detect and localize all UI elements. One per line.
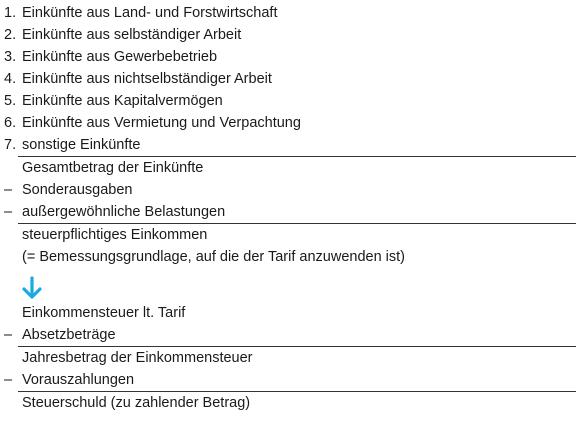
credits-label: Absetzbeträge xyxy=(22,327,116,343)
income-type-label: sonstige Einkünfte xyxy=(22,137,141,153)
income-type-label: Einkünfte aus Vermietung und Verpachtung xyxy=(22,115,301,131)
income-type-label: Einkünfte aus selbständiger Arbeit xyxy=(22,27,242,43)
income-tax-tariff: Einkommensteuer lt. Tarif xyxy=(22,305,186,321)
income-type-4: 4. Einkünfte aus nichtselbständiger Arbe… xyxy=(4,68,576,90)
deduction-label: außergewöhnliche Belastungen xyxy=(22,204,226,220)
taxable-income-note-row: (= Bemessungsgrundlage, auf die der Tari… xyxy=(4,246,576,268)
minus-sign: – xyxy=(4,204,13,220)
income-type-label: Einkünfte aus nichtselbständiger Arbeit xyxy=(22,71,272,87)
credits-row: – Absetzbeträge xyxy=(4,324,576,346)
income-tax-tariff-row: Einkommensteuer lt. Tarif xyxy=(4,302,576,324)
list-number: 3. xyxy=(4,49,17,65)
taxable-income-note: (= Bemessungsgrundlage, auf die der Tari… xyxy=(22,249,406,265)
arrow-down-icon xyxy=(21,276,43,300)
total-income: Gesamtbetrag der Einkünfte xyxy=(22,160,204,176)
income-type-6: 6. Einkünfte aus Vermietung und Verpacht… xyxy=(4,112,576,134)
income-tax-calculation-scheme: 1. Einkünfte aus Land- und Forstwirtscha… xyxy=(0,0,586,422)
taxable-income-row: steuerpflichtiges Einkommen xyxy=(4,224,576,246)
income-type-label: Einkünfte aus Land- und Forstwirtschaft xyxy=(22,5,278,21)
taxable-income: steuerpflichtiges Einkommen xyxy=(22,227,208,243)
minus-sign: – xyxy=(4,372,13,388)
list-number: 2. xyxy=(4,27,17,43)
annual-tax: Jahresbetrag der Einkommensteuer xyxy=(22,350,253,366)
income-type-1: 1. Einkünfte aus Land- und Forstwirtscha… xyxy=(4,2,576,24)
income-type-3: 3. Einkünfte aus Gewerbebetrieb xyxy=(4,46,576,68)
minus-sign: – xyxy=(4,327,13,343)
minus-sign: – xyxy=(4,182,13,198)
tax-liability-row: Steuerschuld (zu zahlender Betrag) xyxy=(4,392,576,414)
deduction-label: Sonderausgaben xyxy=(22,182,133,198)
deduction-special-expenses: – Sonderausgaben xyxy=(4,179,576,201)
list-number: 6. xyxy=(4,115,17,131)
list-number: 7. xyxy=(4,137,17,153)
list-number: 1. xyxy=(4,5,17,21)
annual-tax-row: Jahresbetrag der Einkommensteuer xyxy=(4,347,576,369)
total-income-row: Gesamtbetrag der Einkünfte xyxy=(4,157,576,179)
list-number: 5. xyxy=(4,93,17,109)
prepayments-row: – Vorauszahlungen xyxy=(4,369,576,391)
list-number: 4. xyxy=(4,71,17,87)
income-type-5: 5. Einkünfte aus Kapitalvermögen xyxy=(4,90,576,112)
deduction-extraordinary-burdens: – außergewöhnliche Belastungen xyxy=(4,201,576,223)
tax-liability: Steuerschuld (zu zahlender Betrag) xyxy=(22,395,251,411)
income-type-label: Einkünfte aus Gewerbebetrieb xyxy=(22,49,218,65)
income-type-2: 2. Einkünfte aus selbständiger Arbeit xyxy=(4,24,576,46)
income-type-label: Einkünfte aus Kapitalvermögen xyxy=(22,93,223,109)
prepayments-label: Vorauszahlungen xyxy=(22,372,135,388)
income-type-7: 7. sonstige Einkünfte xyxy=(4,134,576,156)
